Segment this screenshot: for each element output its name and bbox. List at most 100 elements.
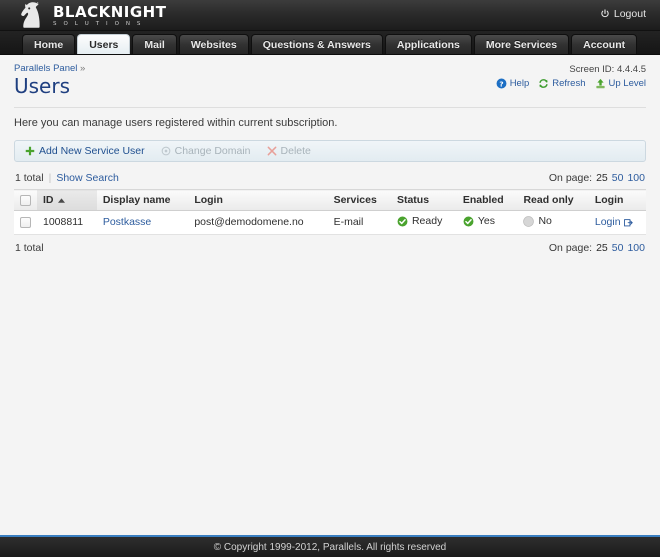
- on-page-selector-top: On page: 25 50 100: [549, 172, 645, 184]
- screen-id-value: 4.4.4.5: [616, 64, 646, 75]
- change-domain-label: Change Domain: [174, 145, 251, 157]
- list-meta-bottom: 1 total On page: 25 50 100: [14, 235, 646, 254]
- users-table-body: 1008811 Postkasse post@demodomene.no E-m…: [14, 210, 646, 235]
- nav-tab-users[interactable]: Users: [77, 34, 131, 54]
- help-link[interactable]: ? Help: [496, 78, 530, 89]
- green-check-icon: [397, 216, 408, 227]
- nav-tab-account[interactable]: Account: [571, 34, 638, 54]
- brand-name: BLACKNIGHT: [53, 3, 167, 22]
- add-new-service-user-label: Add New Service User: [39, 145, 145, 157]
- copyright-text: © Copyright 1999-2012, Parallels. All ri…: [213, 541, 447, 553]
- change-domain-button: Change Domain: [161, 145, 251, 157]
- page-size-50-top[interactable]: 50: [612, 172, 624, 184]
- green-check-icon: [463, 216, 474, 227]
- column-header-status[interactable]: Status: [390, 189, 457, 211]
- refresh-link[interactable]: Refresh: [538, 78, 586, 89]
- on-page-selector-bottom: On page: 25 50 100: [549, 242, 645, 254]
- show-search-link[interactable]: Show Search: [56, 172, 118, 184]
- nav-tab-mail[interactable]: Mail: [132, 34, 177, 54]
- user-display-name-link[interactable]: Postkasse: [103, 216, 151, 228]
- column-header-login[interactable]: Login: [188, 189, 328, 211]
- page-size-100-top[interactable]: 100: [627, 172, 645, 184]
- sort-ascending-caret-icon: [57, 197, 65, 203]
- logout-button[interactable]: Logout: [600, 8, 646, 20]
- brand-logo[interactable]: BLACKNIGHT S O L U T I O N S: [18, 1, 166, 29]
- page-content: Parallels Panel » Users Screen ID: 4.4.4…: [0, 55, 660, 254]
- change-domain-icon: [161, 146, 171, 156]
- help-question-icon: ?: [496, 78, 507, 89]
- delete-button: Delete: [267, 145, 311, 157]
- users-table: ID Display name Login Services Status En…: [14, 189, 646, 235]
- select-all-checkbox[interactable]: [20, 194, 31, 206]
- page-size-25-bottom[interactable]: 25: [596, 242, 608, 254]
- column-header-services[interactable]: Services: [327, 189, 391, 211]
- column-header-login-action[interactable]: Login: [588, 189, 646, 211]
- nav-tab-more-services[interactable]: More Services: [473, 34, 570, 54]
- select-all-header: [14, 189, 37, 211]
- up-level-link[interactable]: Up Level: [595, 78, 647, 89]
- brand-tagline: S O L U T I O N S: [53, 21, 144, 28]
- meta-separator-top: |: [48, 172, 52, 184]
- page-size-25-top[interactable]: 25: [596, 172, 608, 184]
- column-header-enabled[interactable]: Enabled: [456, 189, 518, 211]
- screen-id: Screen ID: 4.4.4.5: [496, 64, 646, 75]
- total-count-bottom: 1 total: [15, 241, 44, 254]
- page-titlebar: Parallels Panel » Users Screen ID: 4.4.4…: [14, 55, 646, 104]
- nav-tab-applications[interactable]: Applications: [384, 34, 472, 54]
- add-new-service-user-button[interactable]: Add New Service User: [25, 145, 145, 157]
- main-navigation: Home Users Mail Websites Questions & Ans…: [0, 31, 660, 55]
- users-table-header: ID Display name Login Services Status En…: [14, 189, 646, 211]
- read-only-badge: No: [538, 215, 552, 227]
- external-link-icon: [623, 218, 633, 227]
- on-page-label-bottom: On page:: [548, 241, 593, 254]
- page-description: Here you can manage users registered wit…: [14, 117, 338, 129]
- knight-chess-piece-logo-icon: [18, 1, 48, 29]
- column-header-display-name[interactable]: Display name: [96, 189, 189, 211]
- table-row[interactable]: 1008811 Postkasse post@demodomene.no E-m…: [14, 210, 646, 235]
- cell-login: post@demodomene.no: [188, 210, 328, 235]
- power-icon: [600, 9, 610, 19]
- page-size-100-bottom[interactable]: 100: [627, 242, 645, 254]
- delete-x-icon: [267, 146, 277, 156]
- total-count-top: 1 total: [15, 172, 44, 184]
- list-meta-top: 1 total | Show Search On page: 25 50 100: [14, 171, 646, 189]
- column-header-id[interactable]: ID: [37, 189, 97, 211]
- refresh-icon: [538, 78, 549, 89]
- cell-services: E-mail: [327, 210, 391, 235]
- row-login-label: Login: [594, 216, 621, 229]
- up-level-arrow-icon: [595, 78, 606, 89]
- column-header-id-label: ID: [43, 194, 54, 206]
- page-size-50-bottom[interactable]: 50: [612, 242, 624, 254]
- cell-read-only: No: [517, 210, 589, 235]
- status-badge: Ready: [411, 215, 443, 227]
- plus-icon: [25, 146, 35, 156]
- cell-enabled: Yes: [456, 210, 518, 235]
- breadcrumb-item-parallels-panel[interactable]: Parallels Panel: [14, 63, 77, 74]
- page-footer: © Copyright 1999-2012, Parallels. All ri…: [0, 535, 660, 557]
- cell-status: Ready: [390, 210, 457, 235]
- nav-tab-websites[interactable]: Websites: [178, 34, 249, 54]
- logout-label: Logout: [613, 8, 646, 20]
- cell-id: 1008811: [37, 210, 97, 235]
- delete-label: Delete: [280, 145, 311, 157]
- page-tool-links: ? Help Refresh Up Level: [496, 78, 646, 89]
- screen-info: Screen ID: 4.4.4.5 ? Help Refresh Up Lev…: [496, 64, 646, 89]
- cell-login-action: Login: [588, 210, 646, 235]
- gray-circle-icon: [523, 215, 535, 227]
- nav-tab-questions-answers[interactable]: Questions & Answers: [250, 34, 383, 54]
- row-select-cell: [14, 210, 37, 235]
- breadcrumb-separator: »: [80, 63, 86, 74]
- enabled-badge: Yes: [477, 215, 495, 227]
- table-header-row: ID Display name Login Services Status En…: [14, 189, 646, 211]
- row-select-checkbox[interactable]: [20, 216, 31, 228]
- cell-display-name: Postkasse: [96, 210, 189, 235]
- help-label: Help: [509, 78, 530, 89]
- on-page-label-top: On page:: [548, 172, 593, 184]
- column-header-read-only[interactable]: Read only: [517, 189, 589, 211]
- svg-text:?: ?: [499, 79, 503, 88]
- up-level-label: Up Level: [608, 78, 647, 89]
- row-login-link[interactable]: Login: [595, 216, 633, 228]
- refresh-label: Refresh: [552, 78, 586, 89]
- action-toolbar: Add New Service User Change Domain Delet…: [14, 140, 646, 162]
- nav-tab-home[interactable]: Home: [22, 34, 76, 54]
